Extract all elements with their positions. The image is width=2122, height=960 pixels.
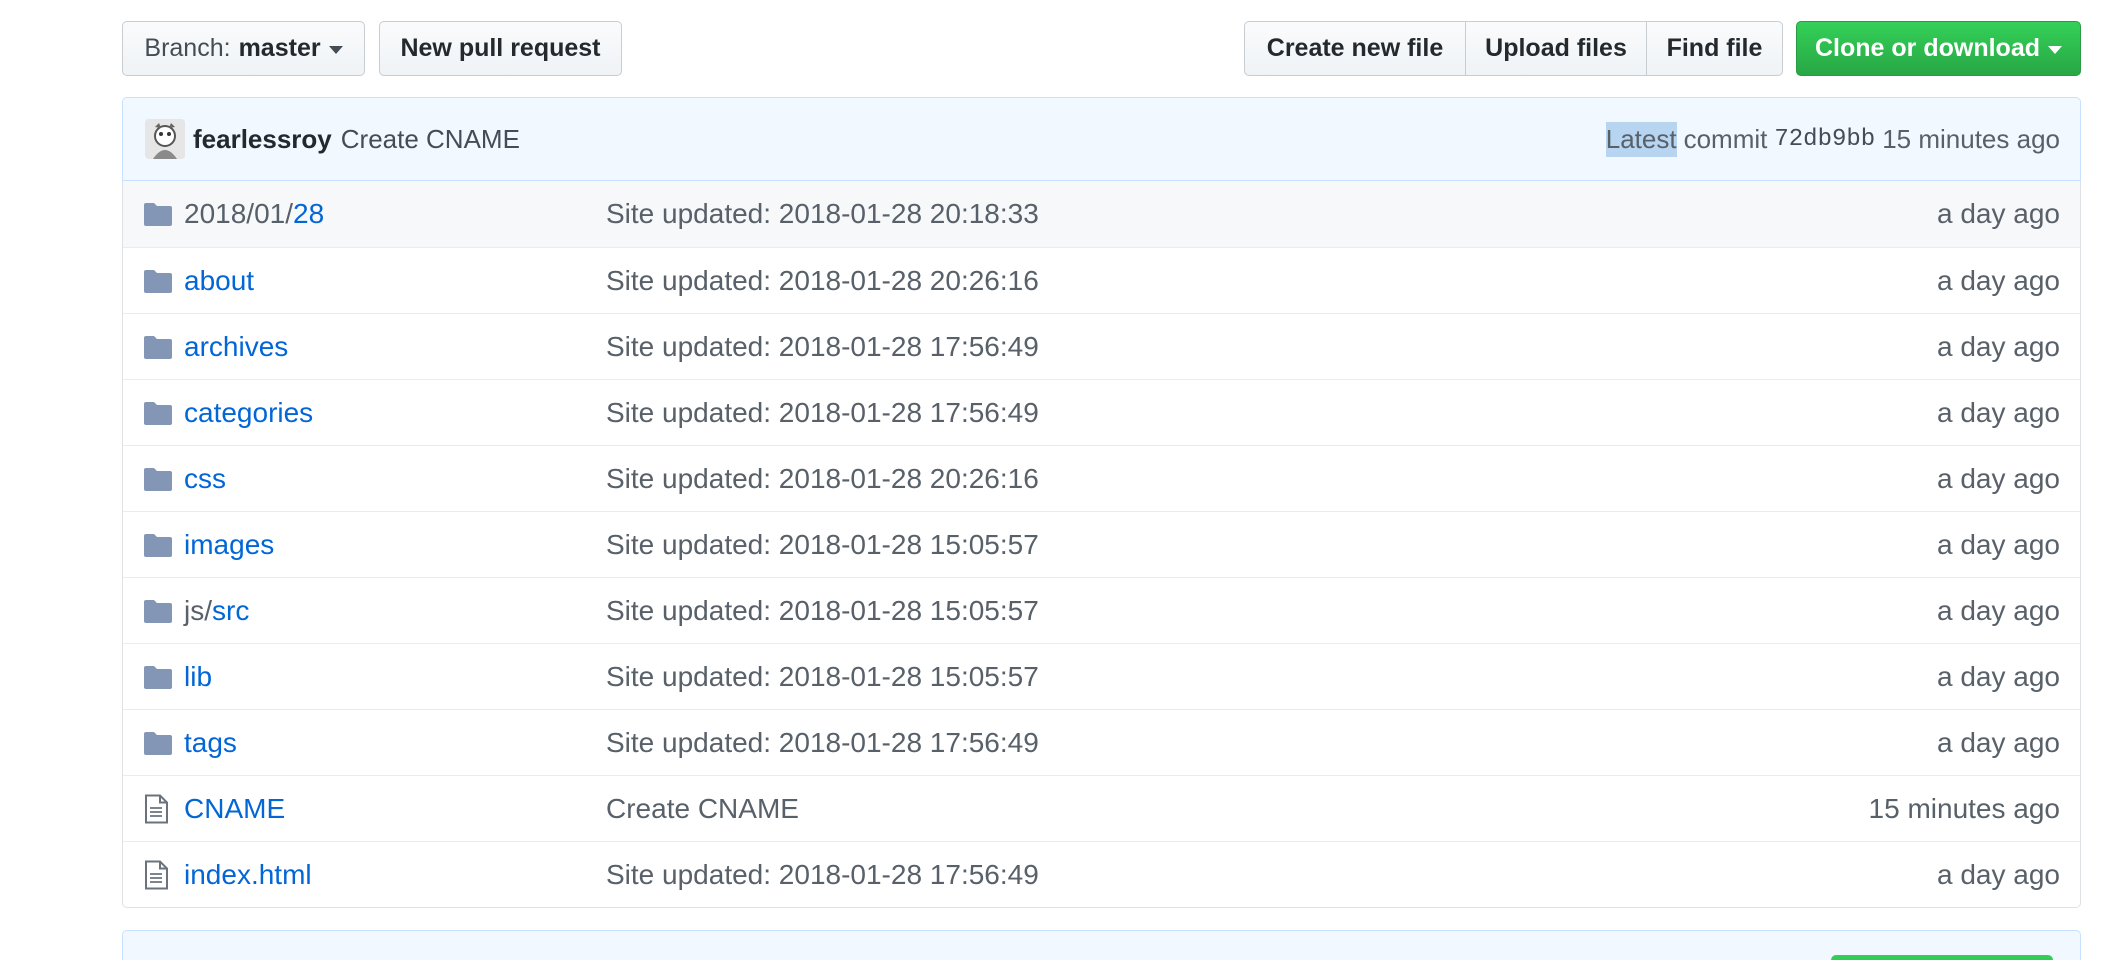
commit-age: 15 minutes ago [1868, 792, 2060, 824]
commit-message-link[interactable]: Site updated: 2018-01-28 20:26:16 [606, 265, 1039, 297]
file-name[interactable]: about [184, 265, 254, 296]
commit-message-link[interactable]: Site updated: 2018-01-28 17:56:49 [606, 397, 1039, 429]
readme-header-bar [122, 930, 2081, 960]
commit-message-link[interactable]: Site updated: 2018-01-28 20:26:16 [606, 463, 1039, 495]
file-row: 2018/01/28 Site updated: 2018-01-28 20:18… [123, 181, 2080, 247]
file-row: css Site updated: 2018-01-28 20:26:16 a da… [123, 445, 2080, 511]
file-row: js/src Site updated: 2018-01-28 15:05:57 a… [123, 577, 2080, 643]
file-name-link[interactable]: CNAME [184, 793, 285, 825]
clone-or-download-button[interactable]: Clone or download [1796, 21, 2081, 76]
file-row: categories Site updated: 2018-01-28 17:56… [123, 379, 2080, 445]
file-row: CNAME Create CNAME 15 minutes ago [123, 775, 2080, 841]
file-name-link[interactable]: css [184, 463, 226, 495]
commit-message-link[interactable]: Site updated: 2018-01-28 15:05:57 [606, 595, 1039, 627]
commit-message-link[interactable]: Create CNAME [606, 793, 799, 825]
file-row: about Site updated: 2018-01-28 20:26:16 a … [123, 247, 2080, 313]
commit-age: a day ago [1937, 726, 2060, 758]
file-name[interactable]: CNAME [184, 793, 285, 824]
folder-icon [143, 398, 173, 428]
branch-prefix: Branch: [144, 34, 231, 62]
file-name-link[interactable]: tags [184, 727, 237, 759]
file-name-link[interactable]: js/src [184, 595, 249, 627]
folder-icon [143, 530, 173, 560]
repo-file-browser: Branch: master New pull request Create n… [0, 0, 2122, 960]
commit-author-link[interactable]: fearlessroy [193, 124, 332, 155]
commit-message-link[interactable]: Create CNAME [341, 124, 520, 155]
commit-meta: Latest commit 72db9bb 15 minutes ago [1605, 121, 2060, 157]
clone-label: Clone or download [1815, 34, 2040, 62]
commit-age: a day ago [1937, 858, 2060, 890]
commit-message-link[interactable]: Site updated: 2018-01-28 15:05:57 [606, 661, 1039, 693]
folder-icon [143, 728, 173, 758]
file-row: archives Site updated: 2018-01-28 17:56:4… [123, 313, 2080, 379]
file-name-prefix[interactable]: 2018/01/ [184, 198, 293, 229]
file-row: lib Site updated: 2018-01-28 15:05:57 a da… [123, 643, 2080, 709]
commit-age: a day ago [1937, 396, 2060, 428]
branch-select-button[interactable]: Branch: master [122, 21, 365, 76]
commit-time: 15 minutes ago [1882, 123, 2060, 154]
new-pull-request-button[interactable]: New pull request [379, 21, 622, 76]
file-name-link[interactable]: about [184, 265, 254, 297]
commit-age: a day ago [1937, 594, 2060, 626]
commit-age: a day ago [1937, 264, 2060, 296]
file-name[interactable]: index.html [184, 859, 312, 890]
commit-word: commit [1683, 123, 1768, 154]
chevron-down-icon [2048, 45, 2062, 54]
file-name[interactable]: 28 [293, 198, 324, 229]
file-name[interactable]: categories [184, 397, 313, 428]
commit-age: a day ago [1937, 330, 2060, 362]
file-name[interactable]: images [184, 529, 274, 560]
file-row: tags Site updated: 2018-01-28 17:56:49 a d… [123, 709, 2080, 775]
file-name-link[interactable]: categories [184, 397, 313, 429]
readme-action-button[interactable] [1831, 955, 2053, 960]
commit-message-link[interactable]: Site updated: 2018-01-28 20:18:33 [606, 198, 1039, 230]
file-icon [143, 794, 173, 824]
commit-message-link[interactable]: Site updated: 2018-01-28 17:56:49 [606, 331, 1039, 363]
folder-icon [143, 266, 173, 296]
create-new-file-button[interactable]: Create new file [1244, 21, 1466, 76]
file-name[interactable]: src [212, 595, 249, 626]
file-name[interactable]: tags [184, 727, 237, 758]
folder-icon [143, 662, 173, 692]
file-list: 2018/01/28 Site updated: 2018-01-28 20:18… [122, 181, 2081, 908]
folder-icon [143, 199, 173, 229]
folder-icon [143, 596, 173, 626]
file-name-prefix[interactable]: js/ [184, 595, 212, 626]
file-name-link[interactable]: archives [184, 331, 288, 363]
commit-message-link[interactable]: Site updated: 2018-01-28 15:05:57 [606, 529, 1039, 561]
avatar-image-icon [145, 119, 185, 159]
file-name-link[interactable]: images [184, 529, 274, 561]
file-icon [143, 860, 173, 890]
commit-age: a day ago [1937, 660, 2060, 692]
commit-age: a day ago [1937, 462, 2060, 494]
find-file-button[interactable]: Find file [1646, 21, 1783, 76]
file-name[interactable]: lib [184, 661, 212, 692]
commit-age: a day ago [1937, 528, 2060, 560]
commit-message-link[interactable]: Site updated: 2018-01-28 17:56:49 [606, 859, 1039, 891]
file-name-link[interactable]: index.html [184, 859, 312, 891]
file-actions-group: Create new file Upload files Find file [1244, 21, 1783, 76]
latest-commit-bar: fearlessroy Create CNAME Latest commit 7… [122, 97, 2081, 181]
file-name[interactable]: archives [184, 331, 288, 362]
file-name-link[interactable]: 2018/01/28 [184, 198, 324, 230]
folder-icon [143, 464, 173, 494]
upload-files-button[interactable]: Upload files [1464, 21, 1648, 76]
file-row: images Site updated: 2018-01-28 15:05:57 a… [123, 511, 2080, 577]
file-name-link[interactable]: lib [184, 661, 212, 693]
commit-message-link[interactable]: Site updated: 2018-01-28 17:56:49 [606, 727, 1039, 759]
file-row: index.html Site updated: 2018-01-28 17:56… [123, 841, 2080, 907]
file-name[interactable]: css [184, 463, 226, 494]
avatar[interactable] [145, 119, 185, 159]
commit-age: a day ago [1937, 198, 2060, 229]
branch-name: master [238, 34, 321, 62]
latest-label: Latest [1605, 121, 1677, 157]
commit-sha-link[interactable]: 72db9bb [1774, 126, 1875, 153]
folder-icon [143, 332, 173, 362]
chevron-down-icon [328, 45, 343, 54]
